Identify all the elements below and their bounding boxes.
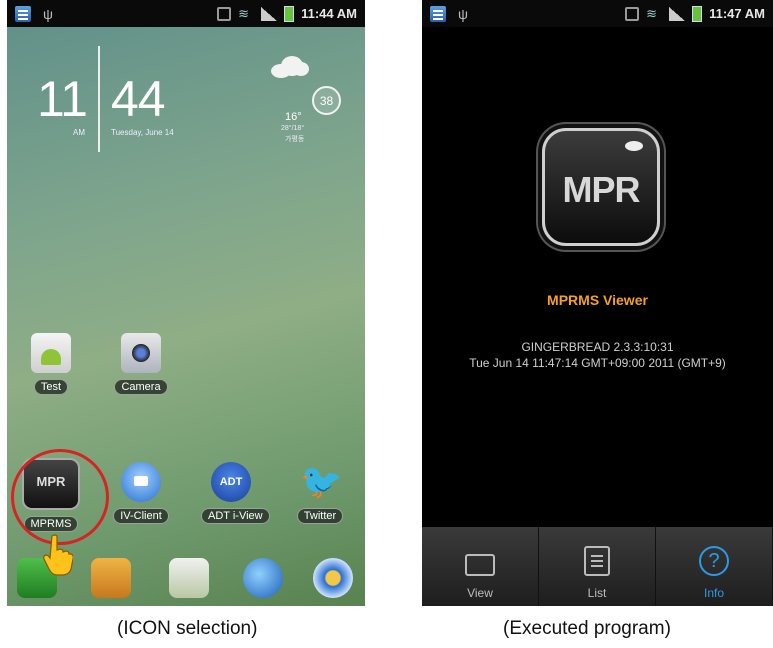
clock-ampm: AM bbox=[73, 128, 85, 137]
status-time: 11:44 AM bbox=[301, 6, 357, 21]
vibrate-icon bbox=[217, 6, 232, 21]
status-bar: ψ ≋ 11:47 AM bbox=[422, 0, 773, 27]
app-label: Twitter bbox=[296, 508, 344, 524]
cloud-icon bbox=[269, 56, 309, 78]
app-camera[interactable]: Camera bbox=[111, 333, 171, 395]
logo-text: MPR bbox=[562, 169, 641, 210]
signal-icon bbox=[669, 6, 686, 21]
signal-icon bbox=[261, 6, 278, 21]
tab-label: View bbox=[467, 586, 493, 600]
usb-icon: ψ bbox=[43, 5, 53, 22]
caption-right: (Executed program) bbox=[503, 618, 671, 639]
status-bar: ψ ≋ 11:44 AM bbox=[7, 0, 365, 27]
weather-temp: 16° bbox=[285, 111, 302, 123]
app-label: IV-Client bbox=[113, 508, 169, 524]
build-datetime: Tue Jun 14 11:47:14 GMT+09:00 2011 (GMT+… bbox=[469, 356, 726, 370]
market-icon[interactable] bbox=[169, 558, 209, 598]
battery-icon bbox=[692, 5, 703, 22]
tab-list[interactable]: List bbox=[539, 527, 656, 606]
tv-icon bbox=[465, 554, 495, 576]
status-time: 11:47 AM bbox=[709, 6, 765, 21]
viewer-screen: ψ ≋ 11:47 AM MPR MPRMS Viewer GINGERBREA… bbox=[422, 0, 773, 606]
wifi-icon: ≋ bbox=[238, 5, 250, 21]
app-adt-iview[interactable]: ADT ADT i-View bbox=[201, 462, 270, 524]
battery-icon bbox=[284, 5, 295, 22]
adt-app-icon: ADT bbox=[211, 462, 251, 502]
twitter-bird-icon: 🐦 bbox=[300, 463, 343, 501]
app-iv-client[interactable]: IV-Client bbox=[111, 462, 171, 524]
build-version: GINGERBREAD 2.3.3:10:31 bbox=[521, 340, 674, 354]
tab-label: List bbox=[587, 586, 607, 600]
tab-label: Info bbox=[703, 586, 724, 600]
selection-highlight-circle bbox=[11, 449, 109, 545]
count-badge[interactable]: 38 bbox=[312, 86, 341, 115]
notification-icon bbox=[15, 5, 31, 22]
app-title: MPRMS Viewer bbox=[547, 292, 648, 308]
bottom-tab-bar: View List ? Info bbox=[422, 527, 773, 606]
tab-view[interactable]: View bbox=[422, 527, 539, 606]
settings-icon[interactable] bbox=[313, 558, 353, 598]
clock-divider bbox=[98, 46, 100, 152]
caption-left: (ICON selection) bbox=[117, 618, 258, 639]
app-twitter[interactable]: 🐦 Twitter bbox=[290, 462, 350, 524]
clock-minute: 44 bbox=[111, 71, 166, 127]
clock-date: Tuesday, June 14 bbox=[111, 128, 174, 137]
clock-hour: 11 bbox=[37, 71, 88, 127]
weather-location: 가평동 bbox=[285, 136, 305, 143]
home-screen: ψ ≋ 11:44 AM 11 AM 44 Tuesday, June 14 1… bbox=[7, 0, 365, 606]
weather-range: 28°/18° bbox=[281, 125, 305, 132]
app-test[interactable]: Test bbox=[21, 333, 81, 395]
video-chat-icon bbox=[121, 462, 161, 502]
app-label: Test bbox=[33, 379, 69, 395]
folder-icon[interactable] bbox=[91, 558, 131, 598]
test-app-icon bbox=[31, 333, 71, 373]
camera-icon bbox=[121, 333, 161, 373]
app-label: ADT i-View bbox=[201, 508, 270, 524]
vibrate-icon bbox=[625, 6, 640, 21]
list-icon bbox=[584, 546, 610, 576]
mprms-logo: MPR bbox=[542, 128, 660, 246]
logo-shine bbox=[625, 141, 643, 151]
app-label: Camera bbox=[114, 379, 168, 395]
info-icon: ? bbox=[699, 546, 729, 576]
hand-pointer-icon bbox=[43, 534, 73, 576]
notification-icon bbox=[430, 5, 446, 22]
usb-icon: ψ bbox=[458, 5, 468, 22]
browser-icon[interactable] bbox=[243, 558, 283, 598]
wifi-icon: ≋ bbox=[646, 5, 658, 21]
tab-info[interactable]: ? Info bbox=[656, 527, 773, 606]
